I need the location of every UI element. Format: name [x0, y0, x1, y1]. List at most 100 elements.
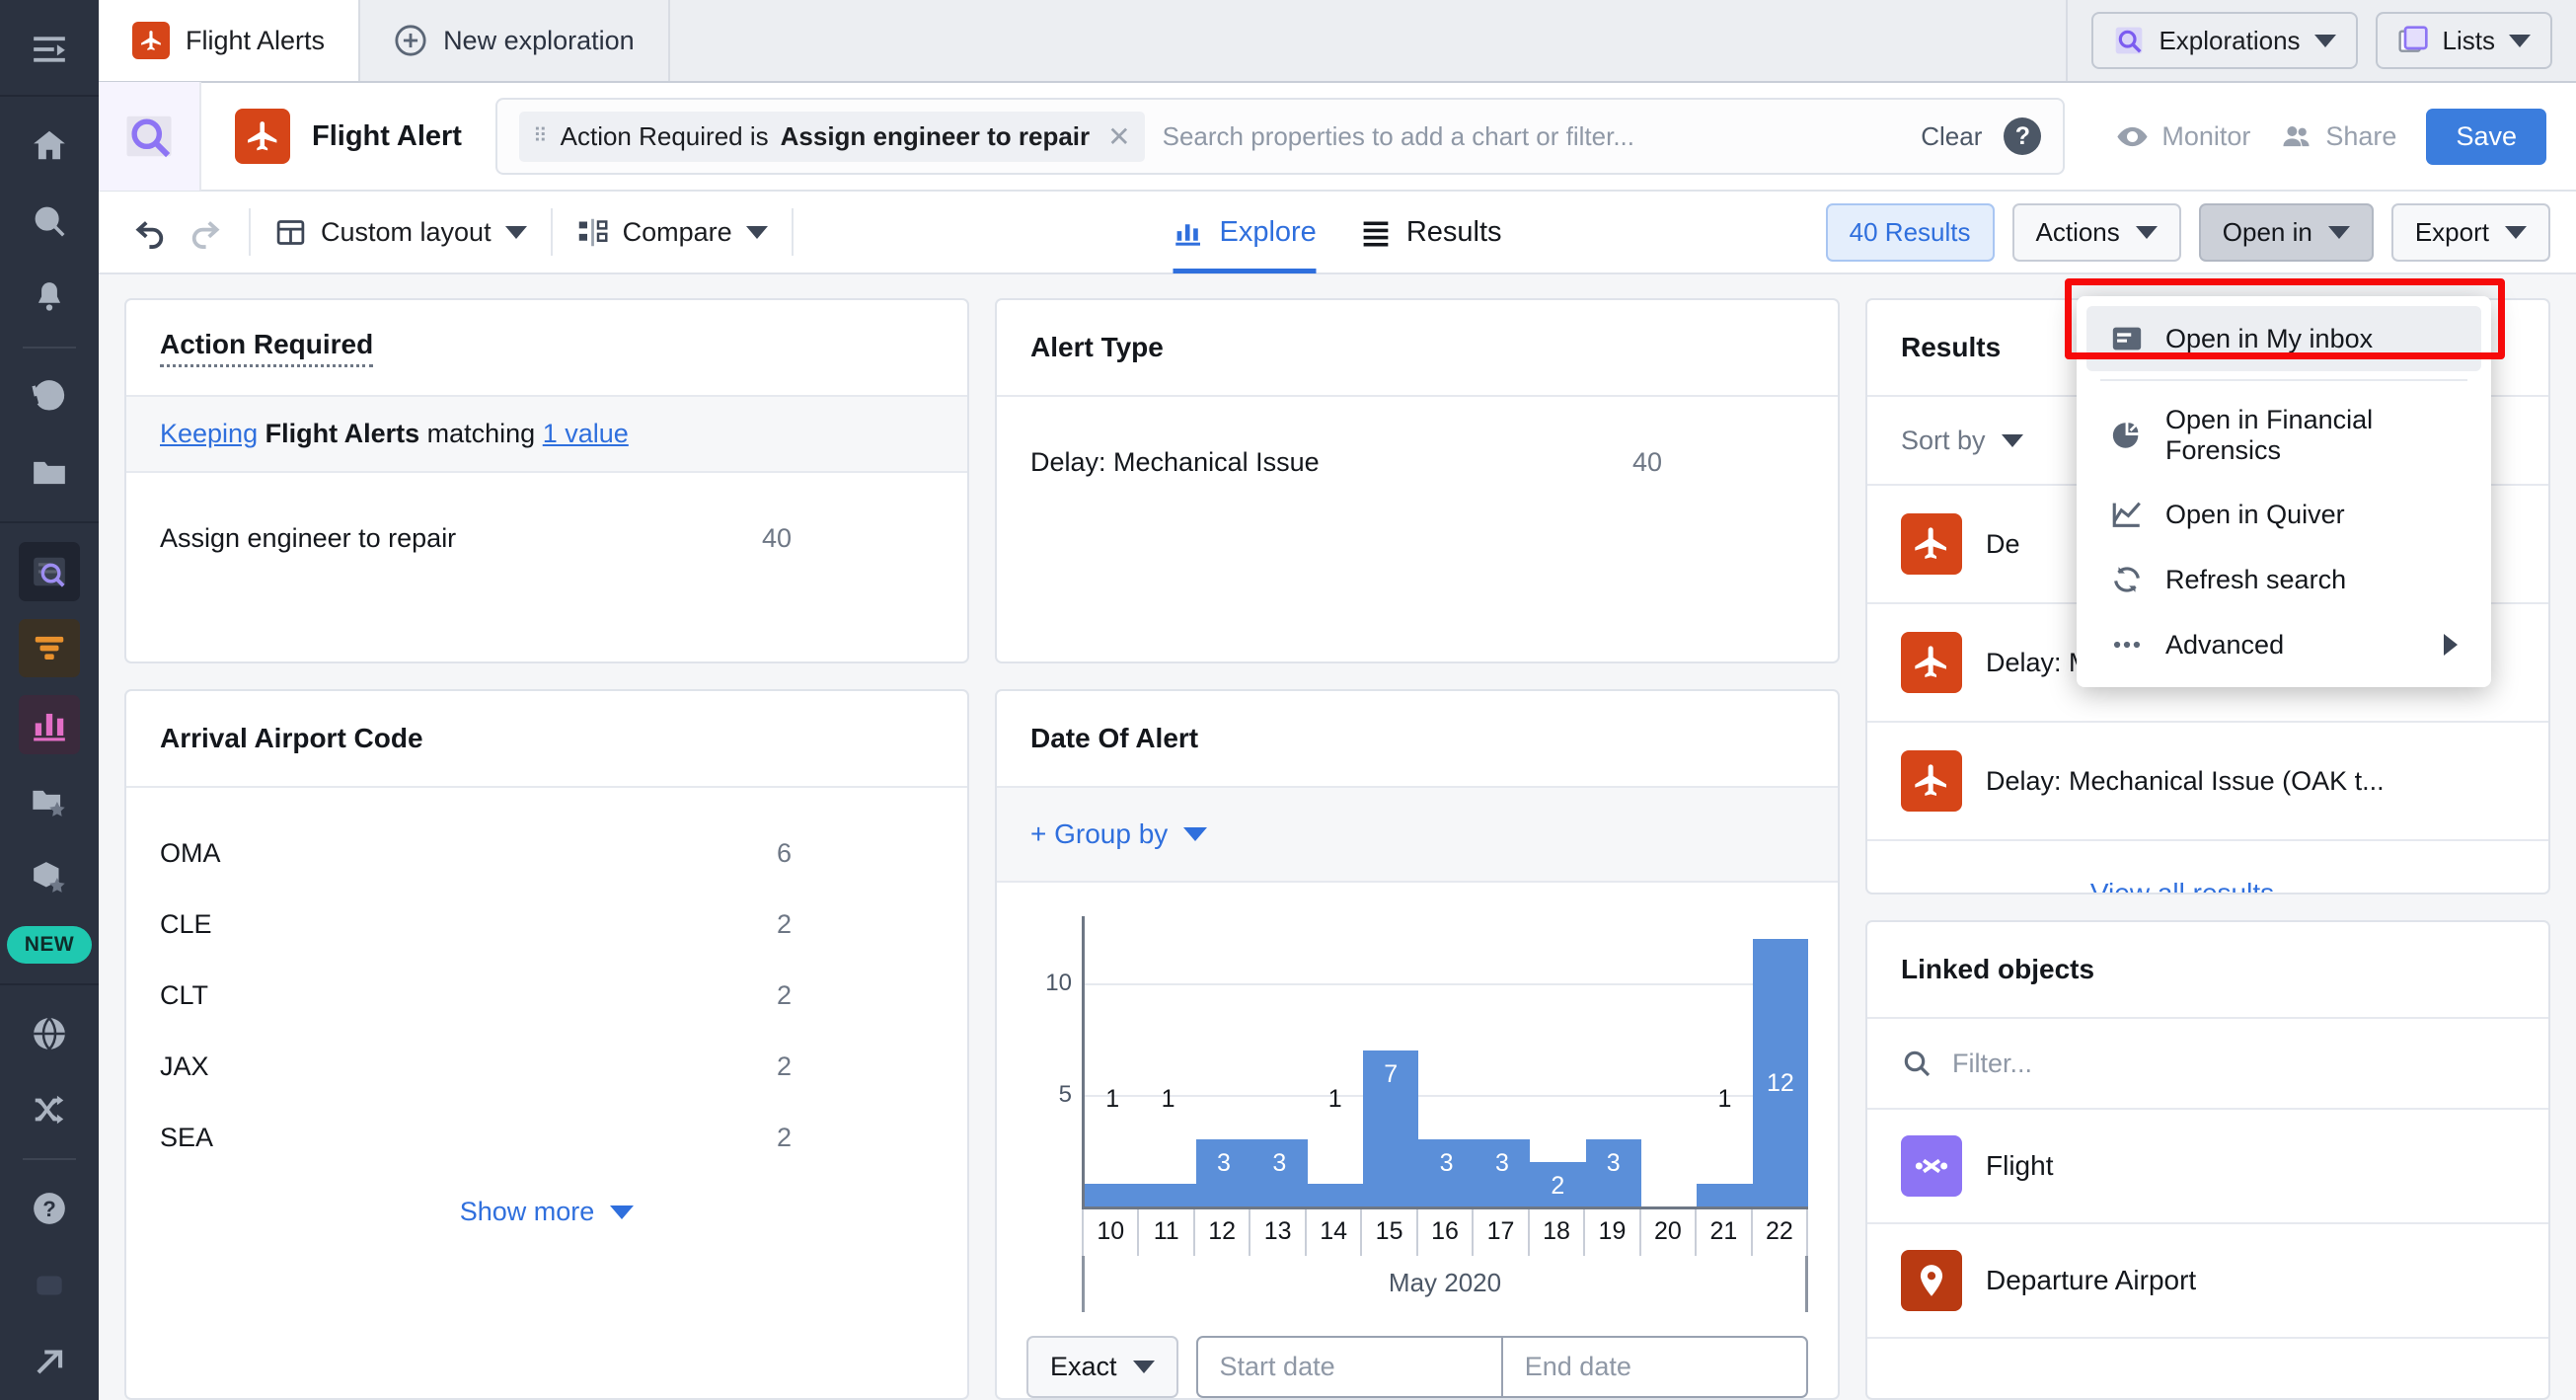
help-icon[interactable]: ? — [2004, 117, 2042, 155]
actions-button[interactable]: Actions — [2011, 202, 2181, 262]
result-row[interactable]: Delay: Mechanical Issue (OAK t... — [1867, 723, 2548, 841]
search-input-wrap[interactable]: ⠿ Action Required is Assign engineer to … — [494, 98, 2066, 175]
collapse-sidebar-icon[interactable] — [19, 19, 80, 80]
chevron-down-icon — [2135, 225, 2158, 239]
bell-icon[interactable] — [19, 269, 80, 328]
home-icon[interactable] — [19, 116, 80, 175]
exact-select[interactable]: Exact — [1026, 1336, 1178, 1398]
compare-button[interactable]: Compare — [570, 216, 774, 249]
custom-layout-button[interactable]: Custom layout — [268, 216, 533, 249]
bar-row[interactable]: JAX 2 — [160, 1031, 934, 1102]
open-in-button[interactable]: Open in — [2198, 202, 2374, 262]
x-tick: 21 — [1697, 1209, 1753, 1256]
chart-bar[interactable]: 1 — [1697, 916, 1753, 1206]
line-chart-icon — [2112, 502, 2141, 527]
menu-item-open-in-my-inbox[interactable]: Open in My inbox — [2086, 306, 2481, 371]
menu-item-open-in-quiver[interactable]: Open in Quiver — [2086, 482, 2481, 547]
redo-icon[interactable] — [178, 205, 231, 259]
chart-bar[interactable]: 1 — [1140, 916, 1196, 1206]
avatar[interactable] — [19, 1256, 80, 1315]
export-button[interactable]: Export — [2390, 202, 2550, 262]
menu-item-refresh-search[interactable]: Refresh search — [2086, 547, 2481, 612]
chevron-right-icon — [2444, 634, 2458, 656]
chart-bar[interactable]: 3 — [1418, 916, 1475, 1206]
show-more-button[interactable]: Show more — [160, 1173, 934, 1235]
bar-row-label: CLT — [160, 979, 209, 1010]
bar-value-label: 3 — [1439, 1149, 1454, 1178]
tab-label: New exploration — [443, 25, 635, 55]
chart-bar[interactable]: 2 — [1530, 916, 1586, 1206]
bar-chart-icon[interactable] — [19, 695, 80, 754]
view-all-results-button[interactable]: View all results → — [1867, 841, 2548, 893]
tab-new-exploration[interactable]: New exploration — [360, 0, 670, 81]
linked-object-row[interactable]: Departure Airport — [1867, 1224, 2548, 1339]
filter-chip[interactable]: ⠿ Action Required is Assign engineer to … — [518, 111, 1145, 162]
tab-explore[interactable]: Explore — [1173, 191, 1317, 273]
tab-results[interactable]: Results — [1360, 191, 1502, 273]
chevron-down-icon — [610, 1205, 635, 1219]
bar-row-value: 2 — [776, 908, 792, 939]
bar-row[interactable]: CLT 2 — [160, 960, 934, 1031]
keeping-link[interactable]: Keeping — [160, 419, 258, 448]
group-by-button[interactable]: + Group by — [1030, 818, 1208, 850]
end-date-input[interactable]: End date — [1501, 1336, 1808, 1398]
linked-objects-filter-input[interactable]: Filter... — [1867, 1019, 2548, 1110]
box-star-icon[interactable] — [19, 848, 80, 907]
history-icon[interactable] — [19, 367, 80, 427]
menu-item-label: Open in My inbox — [2165, 323, 2374, 353]
lists-button[interactable]: Lists — [2375, 12, 2552, 69]
bar-row-label: OMA — [160, 837, 221, 868]
rail-divider — [0, 520, 99, 523]
chart-bar[interactable]: 3 — [1195, 916, 1252, 1206]
custom-layout-label: Custom layout — [321, 216, 492, 247]
external-link-icon[interactable] — [19, 1332, 80, 1391]
share-button[interactable]: Share — [2280, 120, 2396, 153]
new-badge[interactable]: NEW — [6, 926, 93, 965]
funnel-icon[interactable] — [19, 618, 80, 678]
tab-flight-alerts[interactable]: Flight Alerts — [99, 0, 361, 81]
bar-row-value: 2 — [776, 979, 792, 1010]
date-of-alert-chart: 5 10 1 1 3 3 1 7 3 3 2 3 1 12 10 11 12 1… — [997, 883, 1838, 1398]
bar-row[interactable]: OMA 6 — [160, 817, 934, 889]
folder-icon[interactable] — [19, 443, 80, 503]
value-link[interactable]: 1 value — [543, 419, 629, 448]
chart-bar[interactable]: 7 — [1362, 916, 1419, 1206]
linked-object-row[interactable]: Flight — [1867, 1110, 2548, 1224]
bar-row[interactable]: CLE 2 — [160, 889, 934, 960]
chart-bar[interactable]: 1 — [1085, 916, 1141, 1206]
results-count-button[interactable]: 40 Results — [1825, 202, 1995, 262]
help-icon[interactable]: ? — [19, 1179, 80, 1238]
x-tick: 22 — [1753, 1209, 1809, 1256]
globe-icon[interactable] — [19, 1004, 80, 1063]
explorations-button[interactable]: Explorations — [2091, 12, 2358, 69]
chart-bar[interactable]: 1 — [1307, 916, 1363, 1206]
undo-icon[interactable] — [124, 205, 178, 259]
chart-bar[interactable]: 3 — [1251, 916, 1308, 1206]
chart-bar[interactable]: 3 — [1474, 916, 1531, 1206]
chart-bar[interactable]: 12 — [1752, 916, 1809, 1206]
drag-handle-icon[interactable]: ⠿ — [533, 126, 549, 146]
folder-star-icon[interactable] — [19, 772, 80, 831]
bar-row[interactable]: Delay: Mechanical Issue 40 — [1030, 427, 1804, 498]
search-input[interactable]: Search properties to add a chart or filt… — [1145, 121, 1900, 152]
monitor-button[interactable]: Monitor — [2116, 120, 2250, 153]
layout-icon — [276, 219, 305, 245]
chart-bar[interactable]: 3 — [1585, 916, 1641, 1206]
bar-row[interactable]: Assign engineer to repair 40 — [160, 503, 934, 574]
chart-bar[interactable] — [1641, 916, 1697, 1206]
explore-label: Explore — [1219, 215, 1317, 248]
clear-button[interactable]: Clear — [1899, 121, 2004, 152]
shuffle-icon[interactable] — [19, 1081, 80, 1140]
start-date-input[interactable]: Start date — [1195, 1336, 1502, 1398]
exploration-mode-icon[interactable] — [99, 82, 201, 191]
bar-row[interactable]: SEA 2 — [160, 1102, 934, 1173]
menu-item-advanced[interactable]: Advanced — [2086, 612, 2481, 677]
save-button[interactable]: Save — [2426, 108, 2546, 165]
filter-note: Keeping Flight Alerts matching 1 value — [126, 397, 967, 473]
filter-note-matching: matching — [426, 419, 536, 448]
object-explorer-icon[interactable] — [19, 541, 80, 601]
search-icon[interactable] — [19, 193, 80, 252]
close-icon[interactable]: ✕ — [1101, 120, 1130, 153]
rail-collapse-button[interactable] — [0, 14, 99, 85]
menu-item-open-in-financial-forensics[interactable]: Open in Financial Forensics — [2086, 389, 2481, 482]
